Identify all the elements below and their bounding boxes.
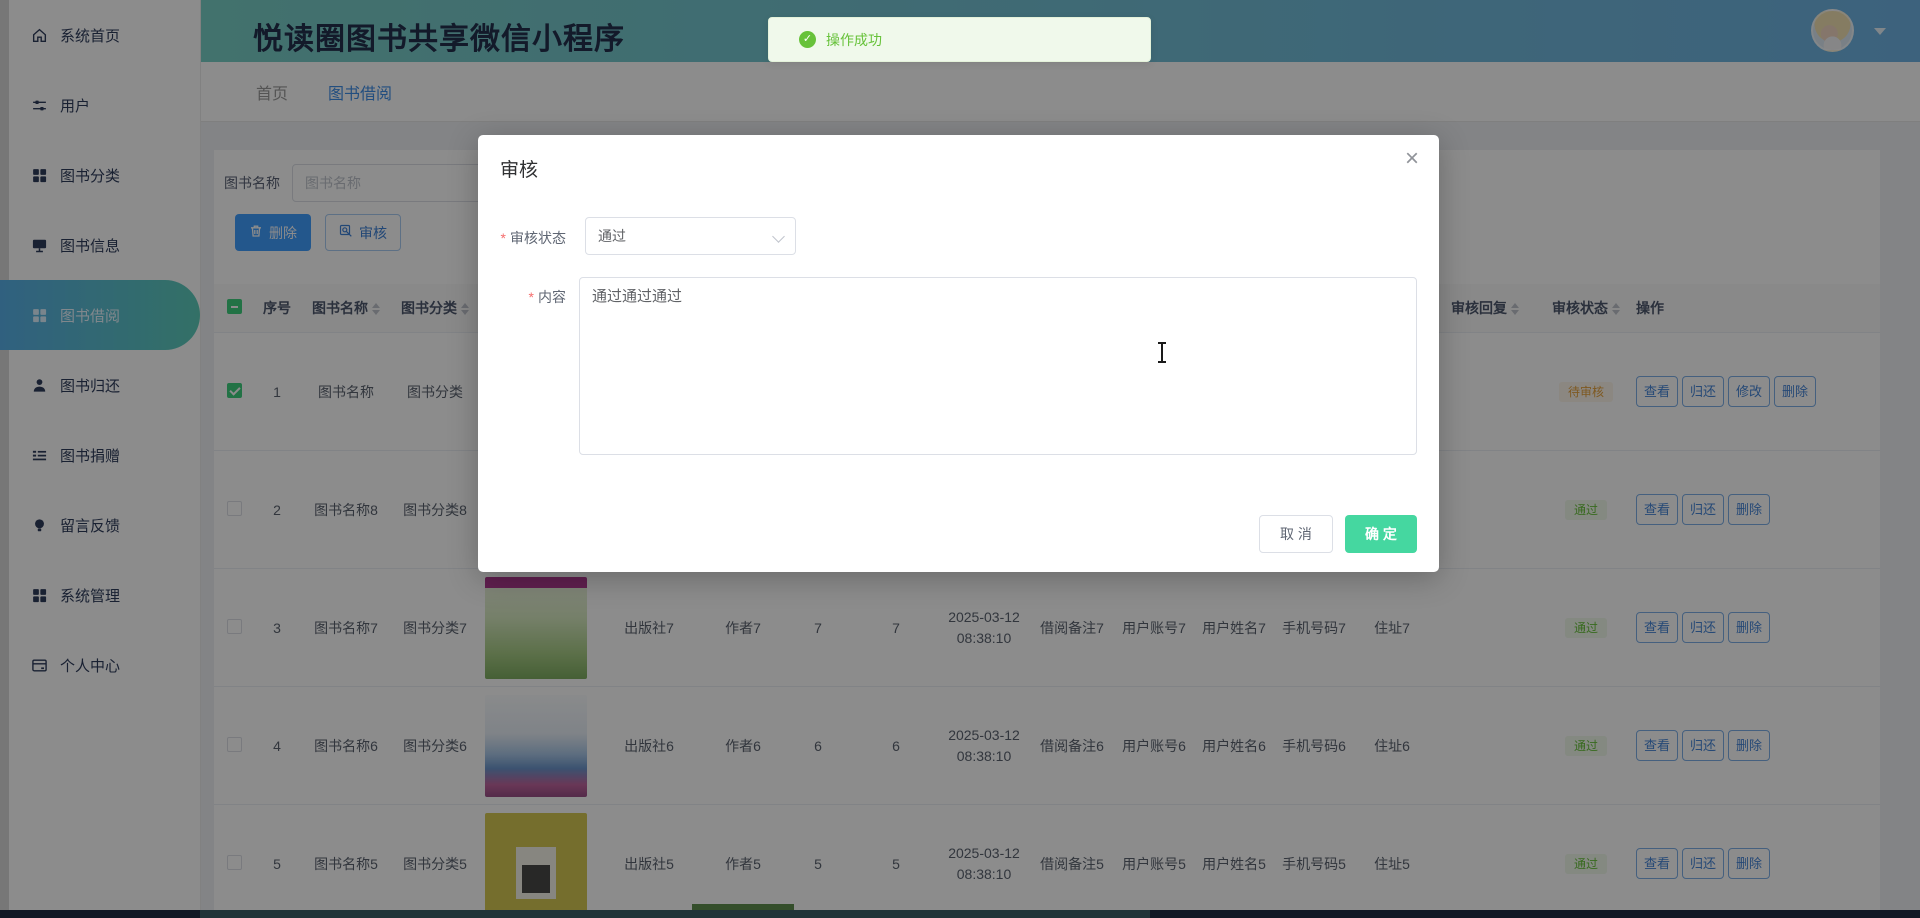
review-modal: 审核 × *审核状态 通过 *内容 通过通过通过 取 消 确 定 [478, 135, 1439, 572]
required-asterisk: * [501, 230, 506, 246]
toast-message: 操作成功 [826, 30, 882, 50]
confirm-button[interactable]: 确 定 [1345, 515, 1417, 553]
review-status-select[interactable]: 通过 [585, 217, 796, 255]
content-textarea[interactable]: 通过通过通过 [579, 277, 1417, 455]
app-root: 系统首页用户图书分类图书信息图书借阅图书归还图书捐赠留言反馈系统管理个人中心 悦… [0, 0, 1920, 918]
required-asterisk: * [529, 289, 534, 305]
content-label: *内容 [446, 287, 566, 307]
check-circle-icon: ✓ [799, 31, 816, 48]
review-status-label: *审核状态 [446, 228, 566, 248]
chevron-down-icon [772, 230, 785, 243]
modal-title: 审核 [500, 155, 538, 182]
modal-footer: 取 消 确 定 [1259, 515, 1417, 553]
close-icon[interactable]: × [1405, 147, 1419, 171]
review-status-value: 通过 [598, 226, 626, 246]
success-toast: ✓ 操作成功 [768, 17, 1151, 62]
cancel-button[interactable]: 取 消 [1259, 515, 1333, 553]
text-cursor [1161, 343, 1163, 362]
